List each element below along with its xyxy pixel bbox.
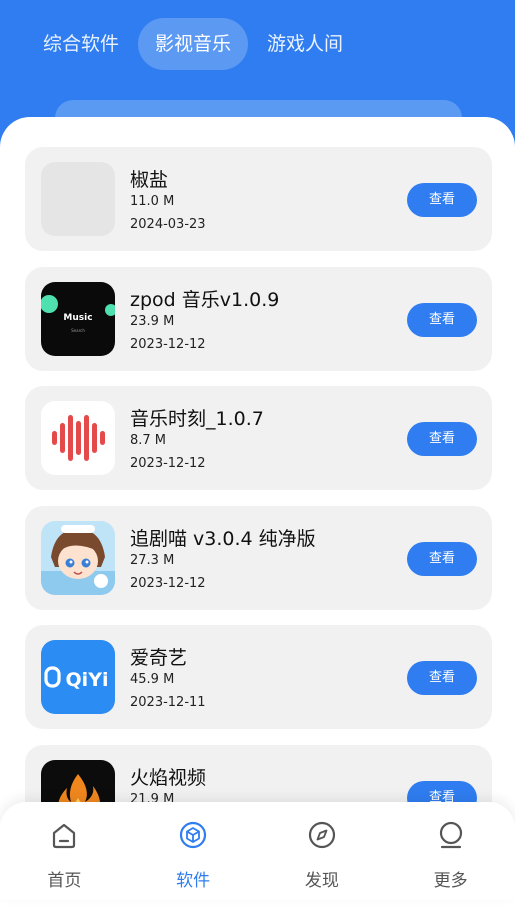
view-button[interactable]: 查看 xyxy=(407,541,477,576)
nav-label-discover: 发现 xyxy=(304,871,339,891)
view-button[interactable]: 查看 xyxy=(407,422,477,456)
app-size: 11.0 M xyxy=(130,194,175,209)
view-button[interactable]: 查看 xyxy=(407,183,477,217)
app-name: zpod 音乐v1.0.9 xyxy=(130,288,280,311)
view-button[interactable]: 查看 xyxy=(407,302,477,337)
compass-icon xyxy=(308,821,335,849)
music-app-icon: Music Search xyxy=(41,281,115,356)
nav-item-more[interactable]: 更多 xyxy=(386,802,515,900)
app-size: 23.9 M xyxy=(130,313,175,329)
tab-video-music[interactable]: 影视音乐 xyxy=(138,18,249,70)
sound-wave-icon xyxy=(41,401,115,475)
app-name: 追剧喵 v3.0.4 纯净版 xyxy=(130,527,316,550)
nav-item-software[interactable]: 软件 xyxy=(129,802,258,900)
app-size: 27.3 M xyxy=(130,552,175,568)
placeholder-icon xyxy=(41,162,115,236)
home-icon xyxy=(53,823,76,849)
app-date: 2023-12-12 xyxy=(130,336,206,352)
category-tabs: 综合软件 影视音乐 游戏人间 xyxy=(26,18,362,70)
list-item[interactable]: 椒盐 11.0 M 2024-03-23 查看 xyxy=(25,147,492,251)
music-icon-text: Music xyxy=(63,313,92,323)
app-date: 2023-12-12 xyxy=(130,575,206,591)
app-date: 2023-12-12 xyxy=(130,456,206,471)
anime-character-icon xyxy=(41,520,115,595)
music-icon-subtext: Search xyxy=(71,328,85,333)
app-name: 火焰视频 xyxy=(130,766,207,789)
iqiyi-logo-icon: QiYi xyxy=(41,640,115,714)
nav-label-more: 更多 xyxy=(433,871,468,891)
app-date: 2024-03-23 xyxy=(130,217,206,232)
nav-label-home: 首页 xyxy=(47,871,82,891)
app-size: 8.7 M xyxy=(130,433,167,448)
view-button[interactable]: 查看 xyxy=(407,661,477,695)
app-list: 椒盐 11.0 M 2024-03-23 查看 Music Search zpo… xyxy=(25,147,492,864)
nav-label-software: 软件 xyxy=(176,871,211,891)
iqiyi-icon-text: QiYi xyxy=(66,669,109,691)
list-item[interactable]: QiYi 爱奇艺 45.9 M 2023-12-11 查看 xyxy=(25,625,492,729)
app-name: 椒盐 xyxy=(130,169,169,191)
app-date: 2023-12-11 xyxy=(130,695,206,710)
app-name: 爱奇艺 xyxy=(130,647,188,669)
bottom-nav: 首页 软件 发现 更多 xyxy=(0,802,515,900)
app-name: 音乐时刻_1.0.7 xyxy=(130,408,264,430)
app-size: 45.9 M xyxy=(130,672,175,687)
list-item[interactable]: 音乐时刻_1.0.7 8.7 M 2023-12-12 查看 xyxy=(25,386,492,490)
cube-icon xyxy=(180,821,207,849)
nav-item-home[interactable]: 首页 xyxy=(0,802,129,900)
list-item[interactable]: Music Search zpod 音乐v1.0.9 23.9 M 2023-1… xyxy=(25,266,492,371)
content-sheet: 椒盐 11.0 M 2024-03-23 查看 Music Search zpo… xyxy=(0,117,515,917)
tab-games[interactable]: 游戏人间 xyxy=(250,18,360,70)
tab-general-software[interactable]: 综合软件 xyxy=(26,18,136,70)
list-item[interactable]: 追剧喵 v3.0.4 纯净版 27.3 M 2023-12-12 查看 xyxy=(25,505,492,610)
nav-item-discover[interactable]: 发现 xyxy=(258,802,387,900)
user-icon xyxy=(439,821,462,849)
